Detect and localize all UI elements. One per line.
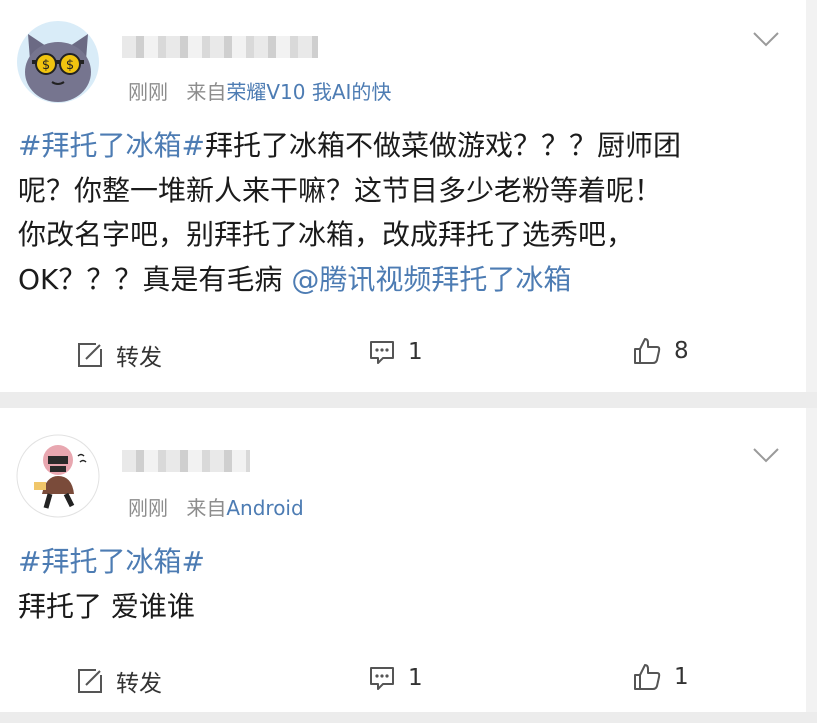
- thumbs-up-icon: [634, 664, 661, 690]
- comment-icon: [370, 667, 394, 690]
- cat-with-glasses-avatar: $ $: [16, 20, 100, 104]
- hashtag-link[interactable]: #拜托了冰箱#: [18, 129, 205, 162]
- from-label: 来自: [186, 496, 227, 520]
- repost-button[interactable]: 转发: [76, 664, 162, 698]
- edit-repost-icon: [78, 343, 102, 367]
- comment-icon: [370, 341, 394, 364]
- post-separator: [0, 712, 817, 723]
- svg-text:$: $: [42, 58, 50, 73]
- post-separator: [0, 392, 817, 408]
- repost-button[interactable]: 转发: [76, 338, 162, 372]
- post-meta: 刚刚 来自Android: [128, 492, 304, 521]
- user-avatar[interactable]: $ $: [16, 20, 100, 104]
- like-button[interactable]: 1: [632, 662, 689, 692]
- content-text: 拜托了 爱谁谁: [18, 589, 195, 623]
- chevron-down-icon[interactable]: [752, 30, 780, 48]
- repost-label: 转发: [116, 671, 162, 697]
- chevron-down-icon[interactable]: [752, 446, 780, 464]
- like-button[interactable]: 8: [632, 336, 689, 366]
- username-blurred[interactable]: [122, 450, 250, 472]
- comment-button[interactable]: 1: [368, 664, 423, 692]
- hashtag-link[interactable]: #拜托了冰箱#: [18, 545, 205, 578]
- repost-label: 转发: [116, 345, 162, 371]
- content-text: OK？？？真是有毛病: [18, 262, 292, 296]
- post-source[interactable]: Android: [226, 496, 303, 520]
- post-meta: 刚刚 来自荣耀V10 我AI的快: [128, 76, 391, 105]
- comment-button[interactable]: 1: [368, 338, 423, 366]
- content-text: 你改名字吧，别拜托了冰箱，改成拜托了选秀吧，: [18, 218, 635, 251]
- comment-count: 1: [408, 665, 423, 691]
- comment-count: 1: [408, 339, 423, 365]
- thumbs-up-icon: [634, 338, 661, 364]
- edit-repost-icon: [78, 669, 102, 693]
- character-avatar: [16, 434, 100, 518]
- content-text: 拜托了冰箱不做菜做游戏？？？厨师团: [204, 129, 681, 162]
- mention-link[interactable]: @腾讯视频拜托了冰箱: [291, 263, 571, 296]
- content-text: 呢？你整一堆新人来干嘛？这节目多少老粉等着呢！: [18, 173, 663, 207]
- from-label: 来自: [186, 80, 227, 104]
- user-avatar[interactable]: [16, 434, 100, 518]
- post-time: 刚刚: [128, 80, 168, 104]
- post-content: #拜托了冰箱# 拜托了 爱谁谁: [18, 540, 788, 629]
- svg-text:$: $: [66, 58, 74, 73]
- like-count: 1: [674, 664, 689, 690]
- post-source[interactable]: 荣耀V10 我AI的快: [226, 80, 391, 104]
- username-blurred[interactable]: [122, 36, 318, 58]
- post-content: #拜托了冰箱#拜托了冰箱不做菜做游戏？？？厨师团 呢？你整一堆新人来干嘛？这节目…: [18, 124, 788, 302]
- like-count: 8: [674, 338, 689, 364]
- post-card: 刚刚 来自Android #拜托了冰箱# 拜托了 爱谁谁 转发 1 1: [0, 408, 806, 712]
- post-time: 刚刚: [128, 496, 168, 520]
- post-card: $ $ 刚刚 来自荣耀V10 我AI的快 #拜托了冰箱#拜托了冰箱不做菜做游戏？…: [0, 0, 806, 392]
